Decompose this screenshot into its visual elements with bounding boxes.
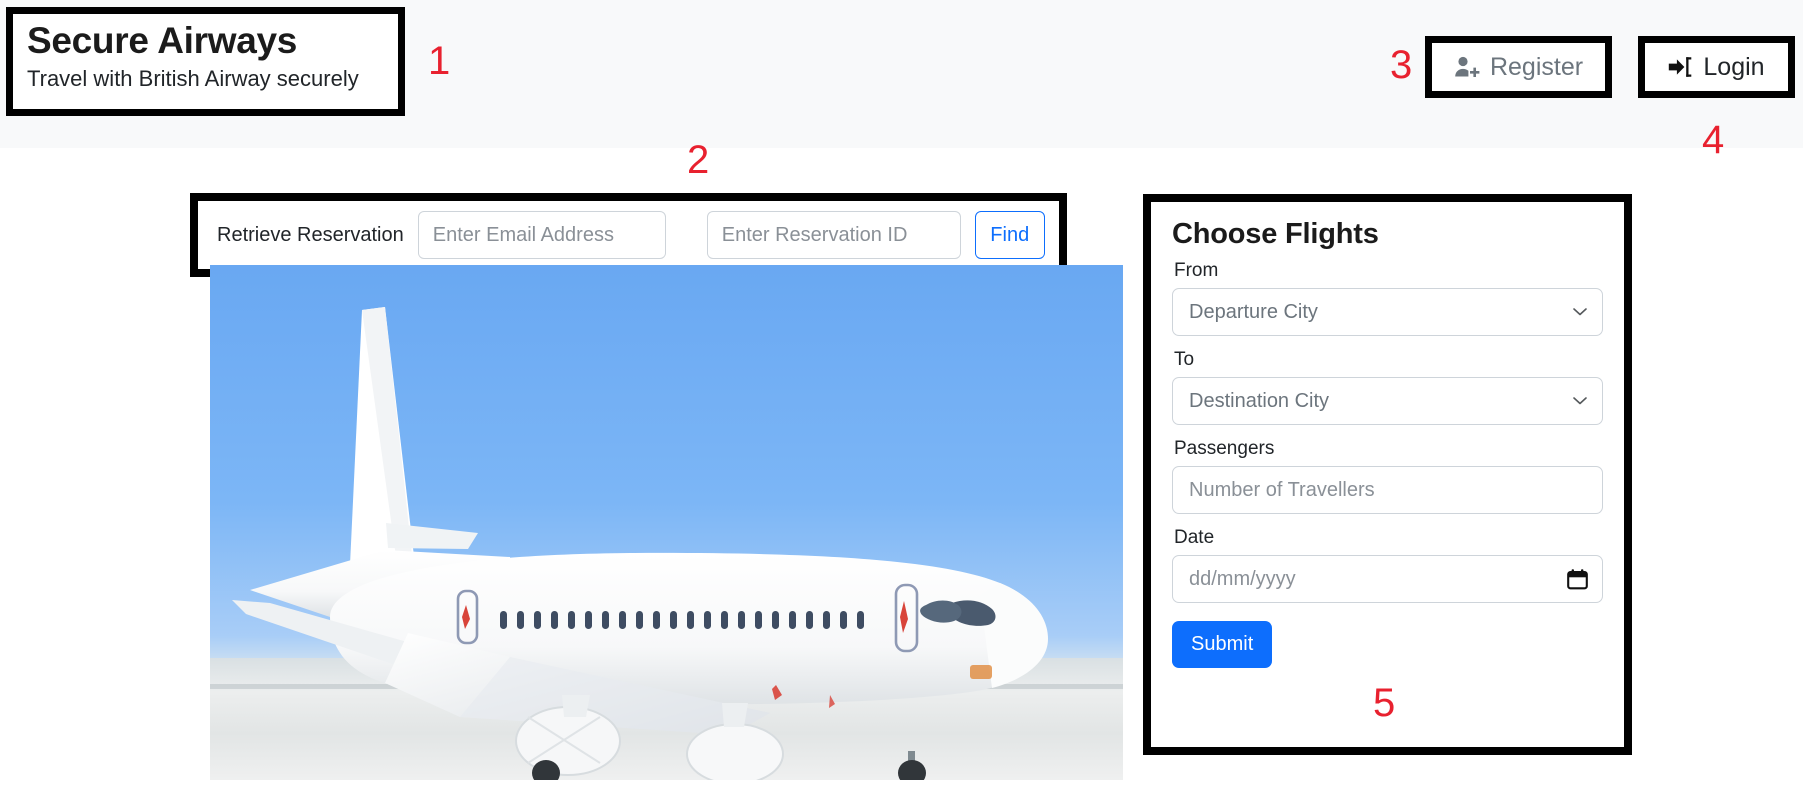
passengers-input[interactable] <box>1172 466 1603 514</box>
annotation-1: 1 <box>428 39 451 83</box>
choose-flights-title: Choose Flights <box>1172 218 1379 250</box>
choose-flights-panel: Choose Flights From Departure City To De… <box>1143 194 1632 755</box>
submit-button[interactable]: Submit <box>1172 621 1273 668</box>
annotation-3: 3 <box>1390 43 1413 87</box>
page-title: Secure Airways <box>27 20 298 61</box>
site-header: Secure Airways Travel with British Airwa… <box>0 0 1803 148</box>
to-select-wrap: Destination City <box>1172 377 1603 425</box>
airplane-illustration <box>232 307 1048 780</box>
register-button[interactable]: Register <box>1425 36 1612 98</box>
sign-in-icon <box>1668 56 1693 78</box>
destination-city-select[interactable]: Destination City <box>1172 377 1603 425</box>
brand-tagline: Travel with British Airway securely <box>27 66 359 92</box>
to-label: To <box>1174 349 1195 370</box>
retrieve-reservation-label: Retrieve Reservation <box>217 223 404 246</box>
passengers-field-group: Passengers <box>1172 438 1603 514</box>
annotation-5: 5 <box>1373 681 1396 725</box>
date-field-group: Date <box>1172 527 1603 603</box>
person-plus-icon <box>1454 55 1480 79</box>
brand-block: Secure Airways Travel with British Airwa… <box>6 7 405 116</box>
annotation-2: 2 <box>687 138 710 182</box>
date-input-wrap <box>1172 555 1603 603</box>
from-label: From <box>1174 260 1219 281</box>
annotation-4: 4 <box>1702 118 1725 162</box>
login-button[interactable]: Login <box>1638 36 1795 98</box>
reservation-id-field[interactable] <box>706 211 961 259</box>
find-button[interactable]: Find <box>974 211 1045 259</box>
page-root: Secure Airways Travel with British Airwa… <box>0 0 1803 803</box>
passengers-label: Passengers <box>1174 438 1275 459</box>
date-label: Date <box>1174 527 1215 548</box>
departure-city-select[interactable]: Departure City <box>1172 288 1603 336</box>
to-field-group: To Destination City <box>1172 349 1603 425</box>
from-select-wrap: Departure City <box>1172 288 1603 336</box>
register-label: Register <box>1489 52 1584 81</box>
email-field[interactable] <box>417 211 666 259</box>
from-field-group: From Departure City <box>1172 260 1603 336</box>
hero-airplane-image <box>210 265 1123 780</box>
login-label: Login <box>1703 52 1765 81</box>
date-input[interactable] <box>1172 555 1603 603</box>
